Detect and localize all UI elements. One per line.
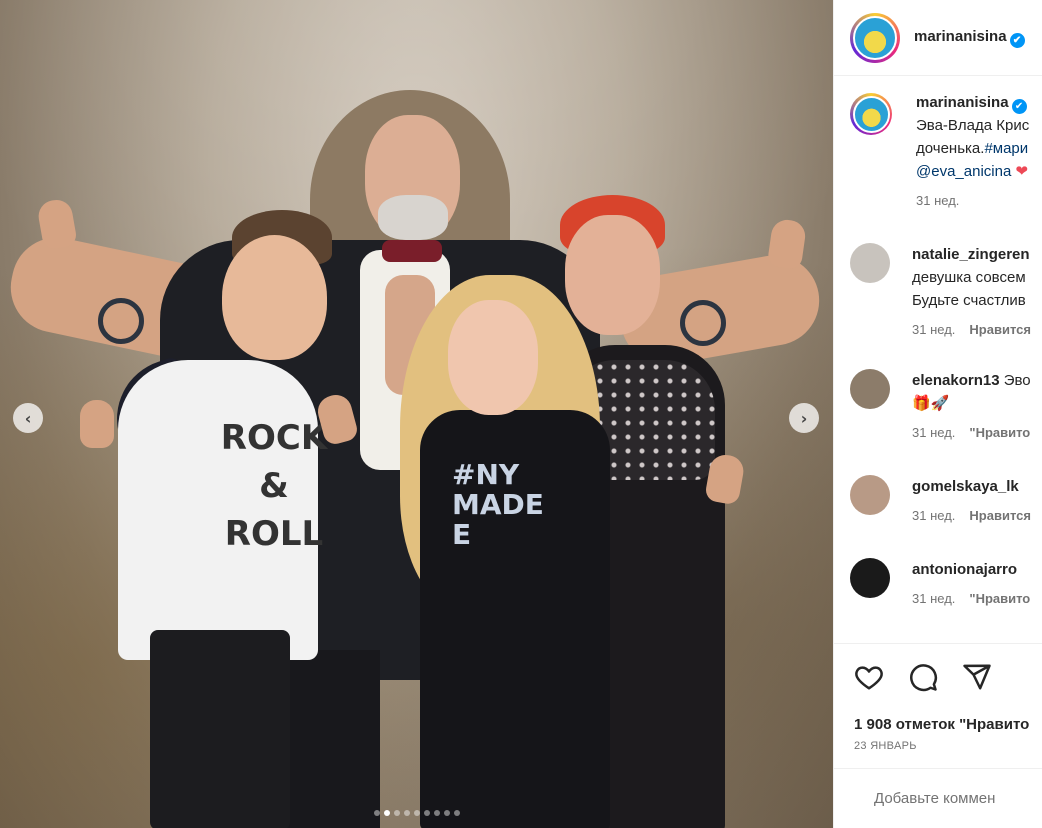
photo-figure [448, 300, 538, 415]
post-sidebar: marinanisina ✔ marinanisina ✔ Эва-Влада Кр… [833, 0, 1042, 828]
comment-emoji: 🎁🚀 [912, 395, 950, 412]
like-comment-button[interactable]: "Нравито [969, 425, 1030, 440]
verified-icon: ✔ [1011, 99, 1027, 114]
comment-text: девушка совсем [912, 269, 1026, 286]
comment-time[interactable]: 31 нед. [912, 591, 955, 606]
comment-item: gomelskaya_lk 31 нед. Нравится [850, 475, 1042, 527]
commenter-avatar[interactable] [850, 369, 890, 409]
photo-figure [382, 240, 442, 262]
mention-link[interactable]: @eva_anicina [916, 163, 1011, 180]
comment-input[interactable] [874, 790, 1042, 807]
comment-text: Будьте счастлив [912, 292, 1026, 309]
share-icon[interactable] [962, 662, 992, 692]
commenter-username[interactable]: natalie_zingeren [912, 243, 1031, 266]
chevron-left-icon: ‹ [24, 408, 32, 428]
post-actions: 1 908 отметок "Нравито 23 ЯНВАРЬ [834, 643, 1042, 763]
verified-icon: ✔ [1009, 32, 1025, 48]
photo-figure [150, 630, 290, 828]
carousel-dot [413, 810, 420, 816]
shirt-print: ROCK & ROLL [220, 418, 328, 554]
dress-print: #NY MADE E [452, 458, 544, 551]
carousel-dot [383, 810, 390, 816]
comment-item: natalie_zingeren девушка совсем Будьте с… [850, 243, 1042, 341]
carousel-dot [443, 810, 450, 816]
carousel-dot [373, 810, 380, 816]
post-caption: marinanisina ✔ Эва-Влада Крис доченька.#м… [850, 91, 1042, 212]
author-username-link[interactable]: marinanisina ✔ [914, 28, 1025, 48]
comment-time[interactable]: 31 нед. [912, 425, 955, 440]
post-date[interactable]: 23 ЯНВАРЬ [854, 740, 917, 752]
carousel-indicator [0, 810, 833, 816]
carousel-prev-button[interactable]: ‹ [13, 403, 43, 433]
comment-time[interactable]: 31 нед. [912, 322, 955, 337]
commenter-avatar[interactable] [850, 243, 890, 283]
carousel-dot [403, 810, 410, 816]
commenter-username[interactable]: antonionajarro [912, 558, 1030, 581]
photo-figure [222, 235, 327, 360]
carousel-next-button[interactable]: › [789, 403, 819, 433]
comments-list[interactable]: marinanisina ✔ Эва-Влада Крис доченька.#м… [834, 77, 1042, 642]
photo-figure [378, 195, 448, 240]
comment-text: Эво [1003, 372, 1031, 389]
commenter-username[interactable]: elenakorn13 [912, 372, 1000, 389]
commenter-username[interactable]: gomelskaya_lk [912, 475, 1031, 498]
carousel-dot [423, 810, 430, 816]
carousel-dot [393, 810, 400, 816]
like-comment-button[interactable]: "Нравито [969, 591, 1030, 606]
comment-icon[interactable] [908, 662, 938, 692]
caption-author-avatar[interactable] [850, 93, 892, 135]
likes-count[interactable]: 1 908 отметок "Нравито [854, 716, 1029, 733]
author-avatar[interactable] [850, 12, 900, 63]
post-header: marinanisina ✔ [834, 0, 1042, 76]
carousel-dot [433, 810, 440, 816]
commenter-avatar[interactable] [850, 475, 890, 515]
caption-time[interactable]: 31 нед. [916, 193, 959, 208]
like-comment-button[interactable]: Нравится [969, 322, 1031, 337]
caption-text: Эва-Влада Крис [916, 117, 1030, 134]
photo-detail [680, 300, 726, 346]
photo-detail [766, 217, 808, 271]
chevron-right-icon: › [800, 408, 808, 428]
photo-figure [565, 215, 660, 335]
caption-text: доченька. [916, 140, 985, 157]
heart-icon[interactable] [854, 662, 884, 692]
comment-item: antonionajarro 31 нед. "Нравито [850, 558, 1042, 610]
heart-emoji: ❤ [1015, 163, 1029, 180]
hashtag-link[interactable]: #мари [984, 140, 1028, 157]
photo-detail [98, 298, 144, 344]
commenter-avatar[interactable] [850, 558, 890, 598]
author-username[interactable]: marinanisina [914, 28, 1007, 45]
caption-username[interactable]: marinanisina [916, 94, 1009, 111]
comment-time[interactable]: 31 нед. [912, 508, 955, 523]
post-image[interactable]: ROCK & ROLL #NY MADE E ‹ › [0, 0, 833, 828]
carousel-dot [453, 810, 460, 816]
like-comment-button[interactable]: Нравится [969, 508, 1031, 523]
comment-item: elenakorn13 Эво 🎁🚀 31 нед. "Нравито [850, 369, 1042, 444]
add-comment-bar [834, 768, 1042, 828]
photo-detail [80, 400, 114, 448]
